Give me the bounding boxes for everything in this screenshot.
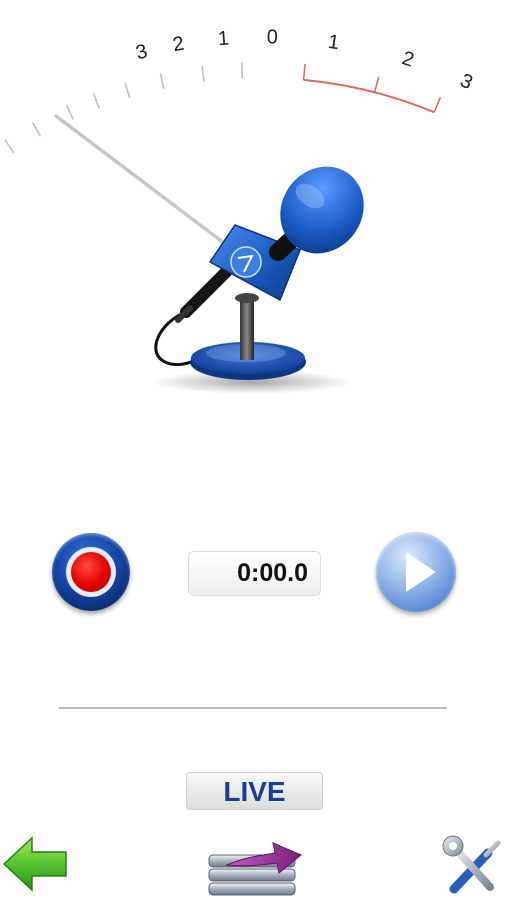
record-icon [71,552,111,592]
meter-tick [433,97,442,113]
app-screen: 2010753210123 0:00.0 LIV [0,0,507,900]
meter-needle [54,114,226,245]
microphone-icon [152,166,364,394]
meter-tick [4,138,15,154]
play-button[interactable] [376,532,456,612]
meter-tick [65,104,74,120]
meter-tick [92,93,100,109]
meter-scale-label: 3 [134,40,150,64]
meter-scale-label: 2 [399,47,416,71]
tools-icon[interactable] [440,835,507,900]
elapsed-time-display: 0:00.0 [188,551,321,596]
record-button[interactable] [52,533,130,611]
meter-scale-label: 1 [217,27,230,50]
meter-tick [31,122,42,137]
play-icon [406,552,436,592]
back-arrow-icon[interactable] [0,832,70,900]
meter-tick [302,63,306,80]
meter-scale-ticks [4,62,442,154]
vu-meter: 2010753210123 [4,26,476,394]
meter-scale-label: 2 [171,33,186,57]
meter-tick [124,82,131,99]
divider [59,707,447,709]
meter-tick [373,76,380,93]
meter-scale-label: 1 [327,31,341,54]
meter-tick [201,65,205,82]
meter-peak-arc [303,78,435,114]
transfer-icon[interactable] [205,835,305,900]
meter-scale-label: 0 [266,26,278,48]
meter-tick [159,73,165,90]
meter-tick [240,62,244,79]
meter-scale-label: 3 [457,70,476,95]
live-button[interactable]: LIVE [186,772,323,810]
